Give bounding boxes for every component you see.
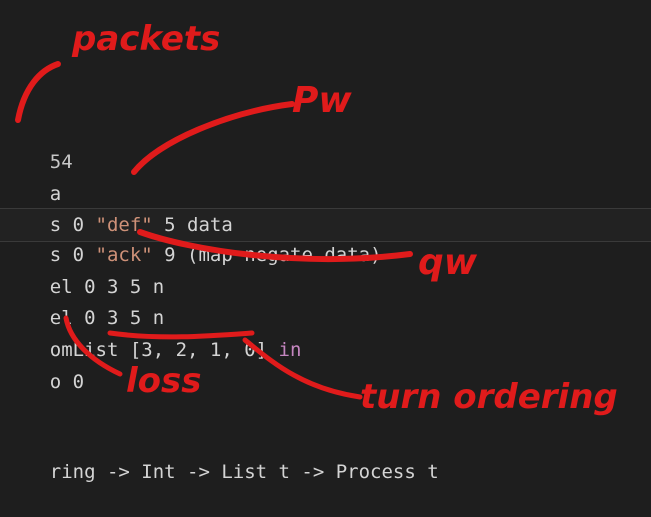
code-line-9[interactable]: ring -> Int -> List t -> Process t	[4, 427, 439, 483]
code-token: 9 (map negate data)	[152, 244, 382, 266]
code-editor: 54 a s 0 "def" 5 data s 0 "ack" 9 (map n…	[0, 0, 651, 483]
code-line-4[interactable]: s 0 "ack" 9 (map negate data)	[4, 210, 382, 266]
code-line-3[interactable]: s 0 "def" 5 data	[4, 180, 233, 236]
code-line-2[interactable]: a	[4, 149, 61, 205]
code-line-1[interactable]: 54	[4, 117, 73, 173]
code-token: o 0	[49, 371, 85, 393]
code-line-6[interactable]: el 0 3 5 n	[4, 273, 164, 329]
keyword-in: in	[278, 339, 302, 361]
code-line-5[interactable]: el 0 3 5 n	[4, 242, 164, 298]
code-line-8[interactable]: o 0	[4, 337, 84, 393]
code-token: ring -> Int -> List t -> Process t	[49, 461, 439, 483]
code-line-7[interactable]: omList [3, 2, 1, 0] in	[4, 305, 302, 361]
